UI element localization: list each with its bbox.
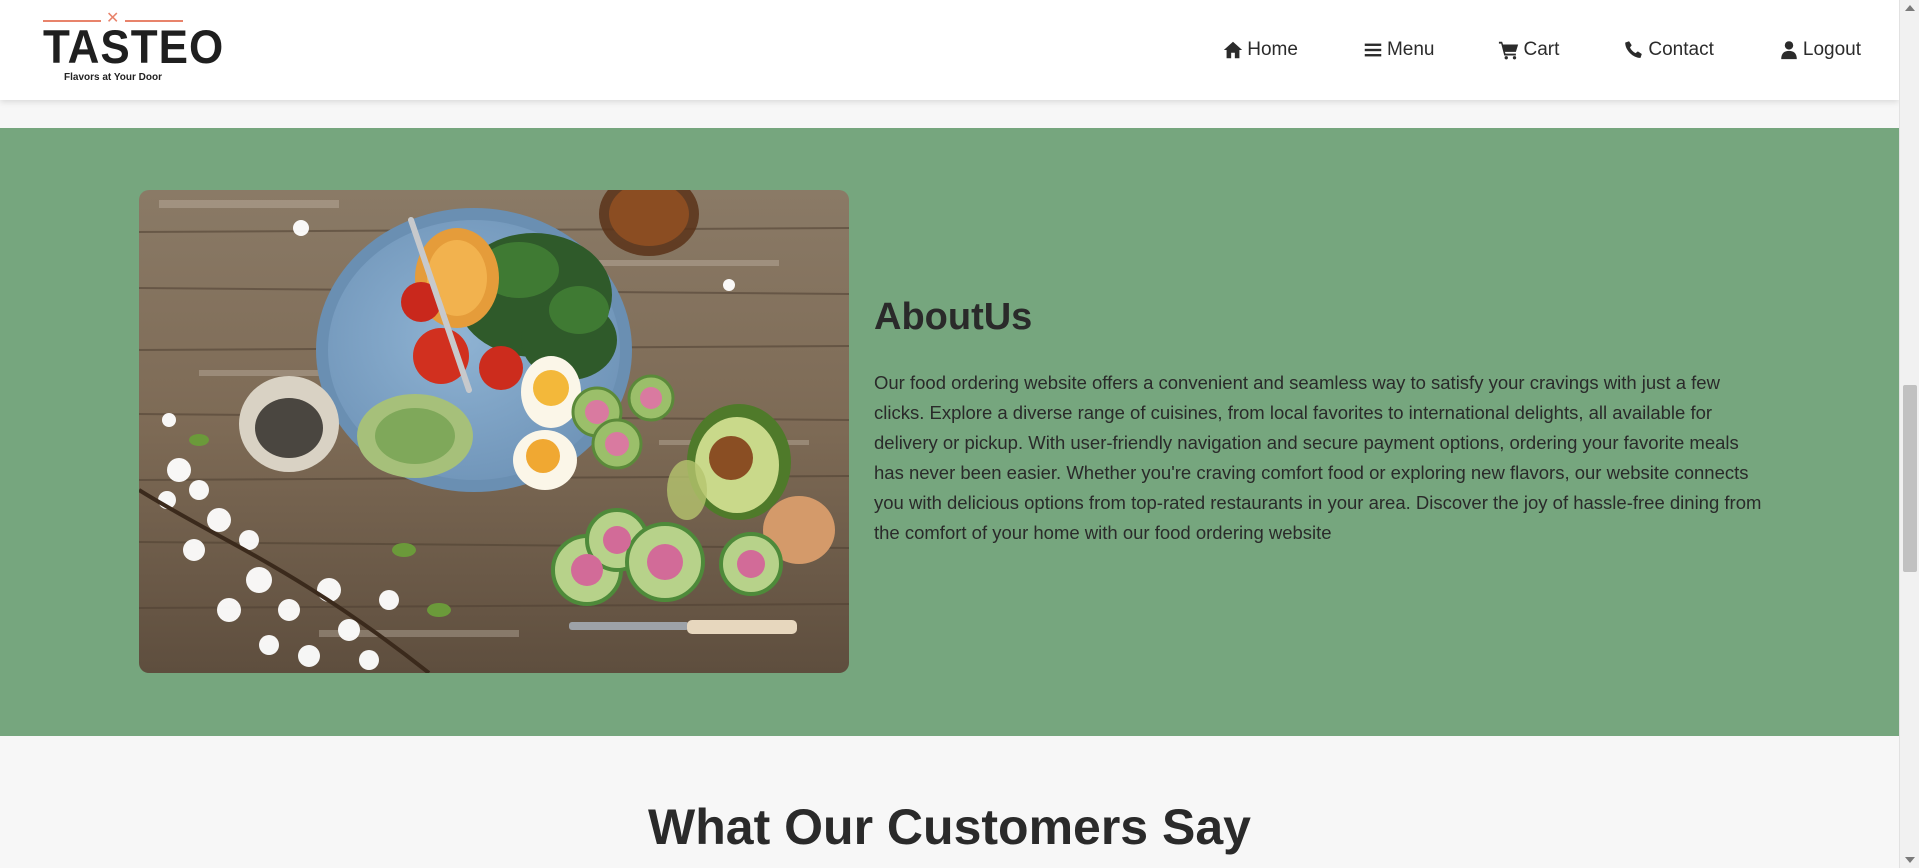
page: ✕ TASTEO Flavors at Your Door Home Menu … (0, 0, 1899, 868)
nav-menu[interactable]: Menu (1362, 36, 1435, 64)
about-description: Our food ordering website offers a conve… (874, 372, 1762, 543)
brand-tagline: Flavors at Your Door (64, 72, 162, 83)
testimonials-title: What Our Customers Say (648, 799, 1251, 855)
cart-icon (1499, 41, 1519, 60)
about-title: AboutUs (874, 296, 1033, 338)
food-table-illustration (139, 190, 849, 673)
menu-icon (1364, 43, 1382, 57)
scrollbar-thumb[interactable] (1903, 385, 1917, 572)
nav-cart[interactable]: Cart (1498, 36, 1559, 64)
nav-home-label: Home (1247, 39, 1298, 60)
scroll-up-arrow-icon[interactable] (1905, 5, 1915, 11)
site-header: ✕ TASTEO Flavors at Your Door Home Menu … (0, 0, 1899, 100)
nav-home[interactable]: Home (1222, 36, 1298, 64)
brand-logo[interactable]: ✕ TASTEO Flavors at Your Door (43, 8, 225, 86)
nav-contact-label: Contact (1648, 39, 1714, 60)
main-nav: Home Menu Cart Contact Logout (1222, 36, 1861, 64)
page-scrollbar[interactable] (1899, 0, 1919, 868)
user-icon (1781, 41, 1797, 60)
brand-name: TASTEO (43, 21, 225, 74)
about-food-image (139, 190, 849, 673)
scroll-down-arrow-icon[interactable] (1905, 857, 1915, 863)
phone-icon (1625, 41, 1643, 58)
nav-logout[interactable]: Logout (1778, 36, 1861, 64)
nav-contact[interactable]: Contact (1623, 36, 1714, 64)
nav-cart-label: Cart (1523, 39, 1560, 60)
nav-logout-label: Logout (1802, 39, 1861, 60)
about-section: AboutUs Our food ordering website offers… (0, 128, 1899, 736)
nav-menu-label: Menu (1386, 39, 1435, 60)
home-icon (1224, 41, 1243, 59)
